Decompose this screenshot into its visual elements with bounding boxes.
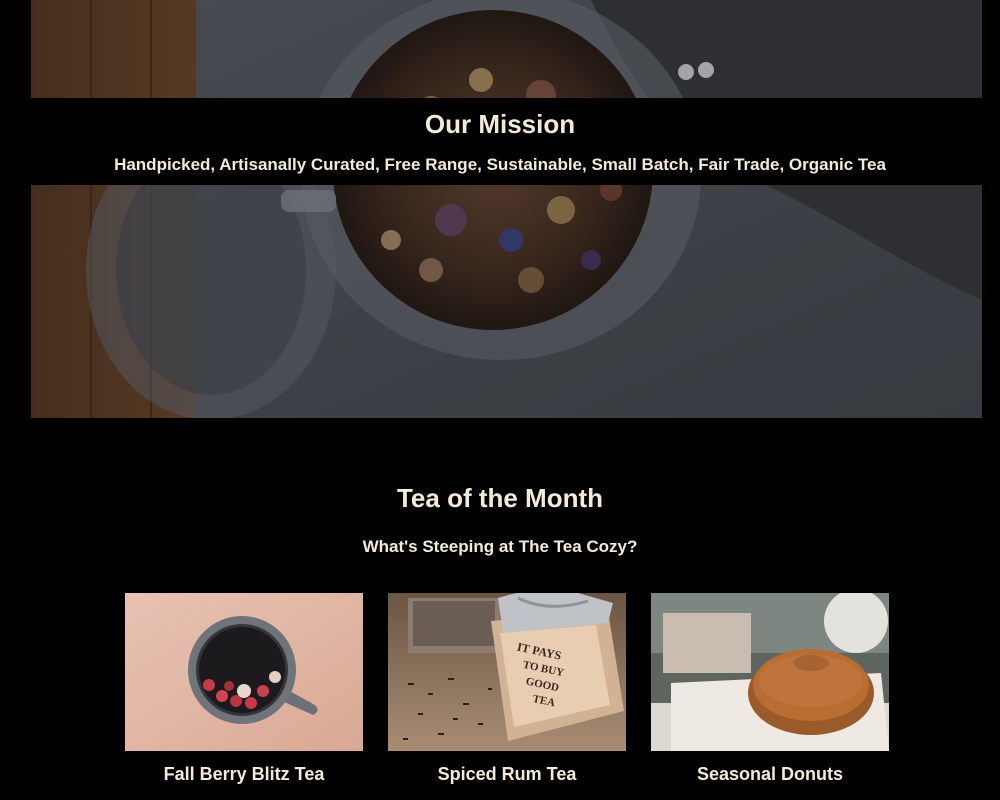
fall-berry-blitz-image: [125, 593, 363, 751]
seasonal-donuts-image: [651, 593, 889, 751]
tea-card-seasonal-donuts[interactable]: Seasonal Donuts: [651, 593, 889, 785]
spiced-rum-image: IT PAYS TO BUY GOOD TEA: [388, 593, 626, 751]
tea-card-spiced-rum[interactable]: IT PAYS TO BUY GOOD TEA Spiced Rum Tea: [388, 593, 626, 785]
hero-image-tea-jar: [31, 0, 982, 418]
spiced-rum-caption: Spiced Rum Tea: [437, 764, 577, 784]
tea-card-fall-berry-blitz[interactable]: Fall Berry Blitz Tea: [125, 593, 363, 785]
fall-berry-blitz-caption: Fall Berry Blitz Tea: [163, 764, 325, 784]
mission-band: Our Mission Handpicked, Artisanally Cura…: [0, 98, 1000, 185]
mission-title: Our Mission: [424, 109, 576, 139]
mission-statement: Handpicked, Artisanally Curated, Free Ra…: [114, 155, 886, 174]
tea-of-month-title: Tea of the Month: [396, 483, 604, 513]
seasonal-donuts-caption: Seasonal Donuts: [696, 764, 844, 784]
tea-of-month-subtitle: What's Steeping at The Tea Cozy?: [362, 537, 638, 556]
